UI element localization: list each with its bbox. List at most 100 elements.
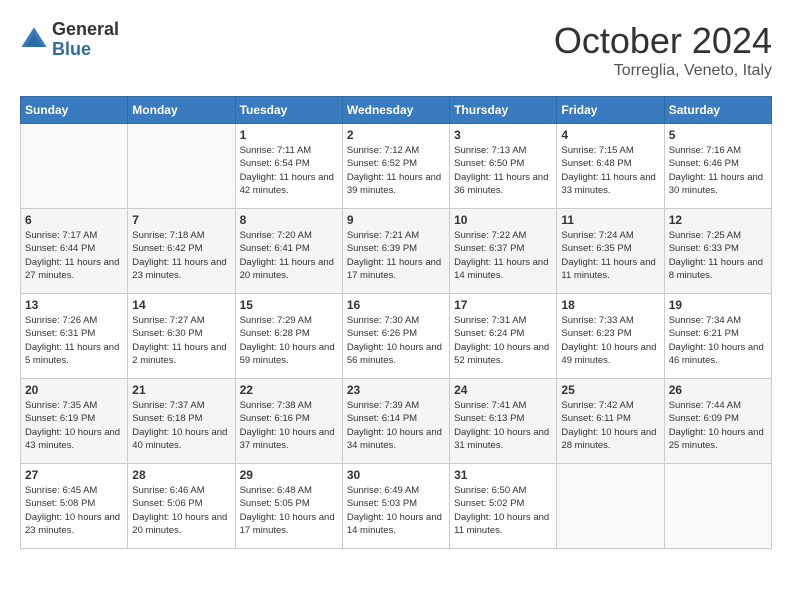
day-number: 19 [669,298,767,312]
day-detail: Sunrise: 7:20 AMSunset: 6:41 PMDaylight:… [240,229,338,282]
calendar-table: SundayMondayTuesdayWednesdayThursdayFrid… [20,96,772,549]
day-detail: Sunrise: 7:31 AMSunset: 6:24 PMDaylight:… [454,314,552,367]
day-number: 12 [669,213,767,227]
calendar-cell: 26 Sunrise: 7:44 AMSunset: 6:09 PMDayligh… [664,379,771,464]
day-number: 3 [454,128,552,142]
day-number: 28 [132,468,230,482]
day-number: 8 [240,213,338,227]
calendar-cell: 31 Sunrise: 6:50 AMSunset: 5:02 PMDayligh… [450,464,557,549]
logo-blue-text: Blue [52,40,119,60]
day-detail: Sunrise: 7:21 AMSunset: 6:39 PMDaylight:… [347,229,445,282]
day-number: 29 [240,468,338,482]
location-text: Torreglia, Veneto, Italy [554,62,772,80]
calendar-cell: 22 Sunrise: 7:38 AMSunset: 6:16 PMDayligh… [235,379,342,464]
day-number: 2 [347,128,445,142]
day-of-week-header: Friday [557,97,664,124]
calendar-week-row: 13 Sunrise: 7:26 AMSunset: 6:31 PMDayligh… [21,294,772,379]
day-detail: Sunrise: 7:27 AMSunset: 6:30 PMDaylight:… [132,314,230,367]
day-detail: Sunrise: 6:50 AMSunset: 5:02 PMDaylight:… [454,484,552,537]
day-detail: Sunrise: 7:12 AMSunset: 6:52 PMDaylight:… [347,144,445,197]
calendar-week-row: 1 Sunrise: 7:11 AMSunset: 6:54 PMDaylight… [21,124,772,209]
day-detail: Sunrise: 7:22 AMSunset: 6:37 PMDaylight:… [454,229,552,282]
day-detail: Sunrise: 7:39 AMSunset: 6:14 PMDaylight:… [347,399,445,452]
day-number: 14 [132,298,230,312]
day-number: 13 [25,298,123,312]
title-block: October 2024 Torreglia, Veneto, Italy [554,20,772,80]
calendar-cell: 19 Sunrise: 7:34 AMSunset: 6:21 PMDayligh… [664,294,771,379]
calendar-cell [21,124,128,209]
day-number: 20 [25,383,123,397]
day-of-week-header: Saturday [664,97,771,124]
calendar-cell: 5 Sunrise: 7:16 AMSunset: 6:46 PMDaylight… [664,124,771,209]
day-detail: Sunrise: 7:42 AMSunset: 6:11 PMDaylight:… [561,399,659,452]
calendar-cell: 21Sunrise: 7:37 AMSunset: 6:18 PMDayligh… [128,379,235,464]
logo-text: General Blue [52,20,119,60]
calendar-cell [128,124,235,209]
calendar-cell: 11 Sunrise: 7:24 AMSunset: 6:35 PMDayligh… [557,209,664,294]
calendar-cell: 10 Sunrise: 7:22 AMSunset: 6:37 PMDayligh… [450,209,557,294]
day-detail: Sunrise: 7:24 AMSunset: 6:35 PMDaylight:… [561,229,659,282]
day-number: 26 [669,383,767,397]
day-detail: Sunrise: 6:46 AMSunset: 5:06 PMDaylight:… [132,484,230,537]
day-of-week-header: Monday [128,97,235,124]
day-number: 21 [132,383,230,397]
logo: General Blue [20,20,119,60]
day-detail: Sunrise: 7:16 AMSunset: 6:46 PMDaylight:… [669,144,767,197]
logo-general-text: General [52,20,119,40]
calendar-cell: 9 Sunrise: 7:21 AMSunset: 6:39 PMDaylight… [342,209,449,294]
day-number: 18 [561,298,659,312]
calendar-header-row: SundayMondayTuesdayWednesdayThursdayFrid… [21,97,772,124]
day-of-week-header: Sunday [21,97,128,124]
day-number: 15 [240,298,338,312]
day-number: 10 [454,213,552,227]
day-number: 6 [25,213,123,227]
day-detail: Sunrise: 7:15 AMSunset: 6:48 PMDaylight:… [561,144,659,197]
calendar-cell: 25 Sunrise: 7:42 AMSunset: 6:11 PMDayligh… [557,379,664,464]
calendar-cell: 20 Sunrise: 7:35 AMSunset: 6:19 PMDayligh… [21,379,128,464]
day-number: 23 [347,383,445,397]
day-number: 1 [240,128,338,142]
calendar-cell: 4 Sunrise: 7:15 AMSunset: 6:48 PMDaylight… [557,124,664,209]
calendar-cell: 7 Sunrise: 7:18 AMSunset: 6:42 PMDaylight… [128,209,235,294]
day-detail: Sunrise: 7:13 AMSunset: 6:50 PMDaylight:… [454,144,552,197]
day-number: 11 [561,213,659,227]
day-number: 25 [561,383,659,397]
day-detail: Sunrise: 6:48 AMSunset: 5:05 PMDaylight:… [240,484,338,537]
calendar-cell: 24Sunrise: 7:41 AMSunset: 6:13 PMDayligh… [450,379,557,464]
day-number: 5 [669,128,767,142]
day-detail: Sunrise: 7:18 AMSunset: 6:42 PMDaylight:… [132,229,230,282]
calendar-cell: 18 Sunrise: 7:33 AMSunset: 6:23 PMDayligh… [557,294,664,379]
calendar-cell: 1 Sunrise: 7:11 AMSunset: 6:54 PMDaylight… [235,124,342,209]
page-header: General Blue October 2024 Torreglia, Ven… [20,20,772,80]
day-number: 7 [132,213,230,227]
calendar-cell: 12Sunrise: 7:25 AMSunset: 6:33 PMDayligh… [664,209,771,294]
day-detail: Sunrise: 7:17 AMSunset: 6:44 PMDaylight:… [25,229,123,282]
day-detail: Sunrise: 7:38 AMSunset: 6:16 PMDaylight:… [240,399,338,452]
calendar-cell [664,464,771,549]
calendar-cell: 2 Sunrise: 7:12 AMSunset: 6:52 PMDaylight… [342,124,449,209]
calendar-week-row: 20 Sunrise: 7:35 AMSunset: 6:19 PMDayligh… [21,379,772,464]
calendar-cell: 13 Sunrise: 7:26 AMSunset: 6:31 PMDayligh… [21,294,128,379]
day-number: 4 [561,128,659,142]
day-number: 31 [454,468,552,482]
day-of-week-header: Tuesday [235,97,342,124]
day-detail: Sunrise: 7:30 AMSunset: 6:26 PMDaylight:… [347,314,445,367]
calendar-cell: 28 Sunrise: 6:46 AMSunset: 5:06 PMDayligh… [128,464,235,549]
day-detail: Sunrise: 7:33 AMSunset: 6:23 PMDaylight:… [561,314,659,367]
day-number: 30 [347,468,445,482]
calendar-cell: 27Sunrise: 6:45 AMSunset: 5:08 PMDayligh… [21,464,128,549]
day-number: 9 [347,213,445,227]
day-detail: Sunrise: 7:35 AMSunset: 6:19 PMDaylight:… [25,399,123,452]
day-of-week-header: Thursday [450,97,557,124]
calendar-cell: 23 Sunrise: 7:39 AMSunset: 6:14 PMDayligh… [342,379,449,464]
day-number: 22 [240,383,338,397]
day-detail: Sunrise: 7:26 AMSunset: 6:31 PMDaylight:… [25,314,123,367]
day-detail: Sunrise: 7:44 AMSunset: 6:09 PMDaylight:… [669,399,767,452]
day-number: 17 [454,298,552,312]
day-detail: Sunrise: 7:34 AMSunset: 6:21 PMDaylight:… [669,314,767,367]
day-detail: Sunrise: 7:11 AMSunset: 6:54 PMDaylight:… [240,144,338,197]
day-number: 27 [25,468,123,482]
calendar-cell: 8 Sunrise: 7:20 AMSunset: 6:41 PMDaylight… [235,209,342,294]
calendar-week-row: 27Sunrise: 6:45 AMSunset: 5:08 PMDayligh… [21,464,772,549]
day-detail: Sunrise: 7:29 AMSunset: 6:28 PMDaylight:… [240,314,338,367]
